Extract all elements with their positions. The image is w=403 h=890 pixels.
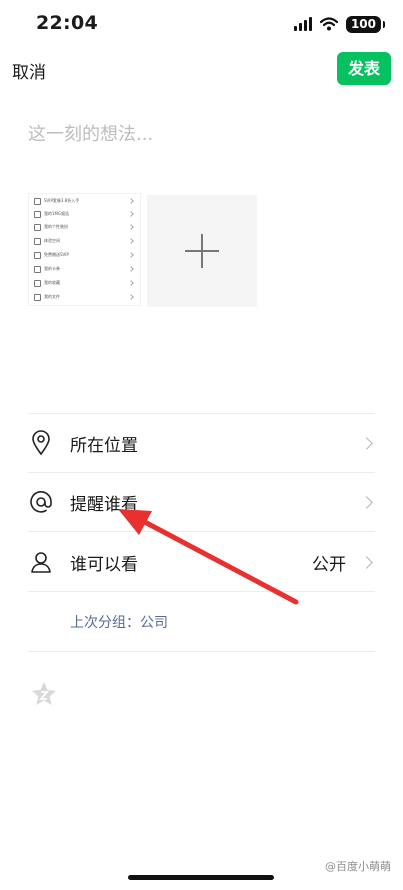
visibility-value: 公开 xyxy=(312,554,346,575)
chevron-right-icon xyxy=(360,555,373,569)
divider xyxy=(28,651,375,652)
divider xyxy=(28,591,375,592)
list-item: SVIP套餐3.8折入手 xyxy=(34,197,134,205)
chevron-right-icon xyxy=(360,495,373,509)
list-item: 我的文件 xyxy=(34,293,134,301)
divider xyxy=(28,413,375,414)
list-item: 我的卡券 xyxy=(34,265,134,273)
add-photo-button[interactable] xyxy=(147,195,257,307)
watermark: @百度小萌萌 xyxy=(325,860,391,873)
list-item: 体验空间 xyxy=(34,237,134,245)
divider xyxy=(28,472,375,473)
location-row[interactable]: 所在位置 xyxy=(28,415,375,471)
list-item: 免费赠送SVIP xyxy=(34,251,134,259)
at-sign-icon xyxy=(28,489,54,515)
list-item: 我的1MG报告 xyxy=(34,210,134,218)
mention-row[interactable]: 提醒谁看 xyxy=(28,474,375,530)
last-group-link[interactable]: 上次分组：公司 xyxy=(70,612,168,632)
visibility-label: 谁可以看 xyxy=(70,554,138,575)
wifi-icon xyxy=(319,17,338,31)
battery-icon: 100 xyxy=(345,15,386,33)
status-icons: 100 xyxy=(293,14,386,34)
list-item: 我的收藏 xyxy=(34,279,134,287)
photo-thumbnail[interactable]: SVIP套餐3.8折入手 我的1MG报告 我的个性装扮 体验空间 免费赠送SVI… xyxy=(28,193,141,306)
thought-input[interactable]: 这一刻的想法... xyxy=(28,120,153,146)
publish-button[interactable]: 发表 xyxy=(337,52,391,85)
person-icon xyxy=(28,549,54,575)
star-badge-icon[interactable] xyxy=(30,680,58,708)
signal-icon xyxy=(293,17,312,31)
location-pin-icon xyxy=(28,430,54,456)
status-time: 22:04 xyxy=(36,12,98,34)
divider xyxy=(28,531,375,532)
cancel-button[interactable]: 取消 xyxy=(12,58,46,83)
home-indicator[interactable] xyxy=(128,875,274,880)
chevron-right-icon xyxy=(360,436,373,450)
mention-label: 提醒谁看 xyxy=(70,494,138,515)
list-item: 我的个性装扮 xyxy=(34,223,134,231)
location-label: 所在位置 xyxy=(70,435,138,456)
visibility-row[interactable]: 谁可以看 公开 xyxy=(28,534,375,590)
